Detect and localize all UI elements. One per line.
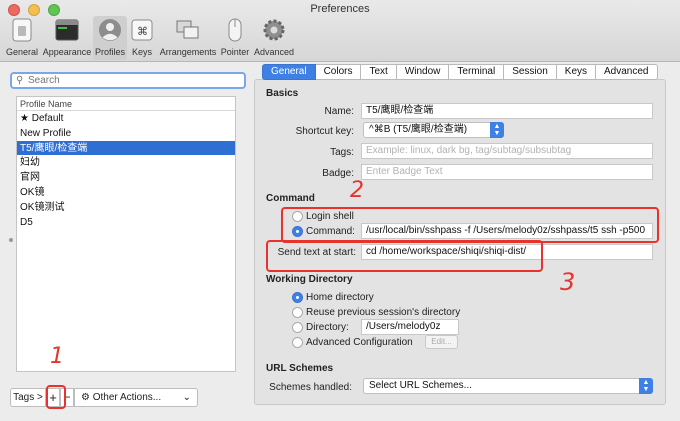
shortcut-key-value: ^⌘B (T5/鹰眼/检查端) [369, 124, 468, 135]
popup-stepper-icon: ▲ ▼ [490, 122, 504, 138]
tab-session[interactable]: Session [504, 64, 557, 80]
profiles-icon [99, 19, 121, 41]
tab-window[interactable]: Window [396, 64, 450, 80]
shortcut-key-popup[interactable]: ^⌘B (T5/鹰眼/检查端) ▲ ▼ [363, 122, 504, 138]
command-heading: Command [266, 193, 315, 204]
home-directory-label[interactable]: Home directory [306, 292, 374, 303]
annotation-number-2: 2 [350, 178, 364, 203]
tags-field[interactable]: Example: linux, dark bg, tag/subtag/subs… [361, 143, 653, 159]
annotation-number-3: 3 [560, 268, 576, 296]
tab-keys[interactable]: Keys [556, 64, 597, 80]
url-schemes-value: Select URL Schemes... [369, 380, 473, 391]
url-schemes-popup[interactable]: Select URL Schemes... ▲ ▼ [363, 378, 653, 394]
profile-row[interactable]: ★ Default [17, 111, 235, 126]
working-directory-heading: Working Directory [266, 274, 353, 285]
toolbar-pointer[interactable]: Pointer [219, 16, 251, 60]
profile-search-input[interactable] [28, 74, 238, 87]
badge-label: Badge: [322, 168, 354, 179]
tab-text[interactable]: Text [361, 64, 397, 80]
basics-heading: Basics [266, 88, 299, 99]
profile-actions-bar: Tags > + − ⚙ Other Actions... ⌄ [10, 388, 198, 407]
profile-row[interactable]: D5 [17, 215, 235, 230]
tags-label: Tags: [330, 147, 354, 158]
profile-list[interactable]: Profile Name ★ Default New Profile T5/鹰眼… [16, 96, 236, 372]
appearance-icon [55, 19, 79, 41]
toolbar-appearance[interactable]: Appearance [42, 16, 92, 60]
profile-row[interactable]: OK镜 [17, 185, 235, 200]
toolbar-general[interactable]: General [3, 16, 41, 60]
home-directory-radio[interactable] [292, 292, 303, 303]
badge-field[interactable]: Enter Badge Text [361, 164, 653, 180]
advanced-configuration-label[interactable]: Advanced Configuration [306, 337, 413, 348]
svg-text:⌘: ⌘ [137, 25, 148, 38]
url-schemes-heading: URL Schemes [266, 363, 334, 374]
advanced-gear-icon [263, 19, 285, 41]
profile-tab-bar: General Colors Text Window Terminal Sess… [262, 64, 658, 80]
annotation-box-add-button [46, 385, 66, 409]
shortcut-key-label: Shortcut key: [295, 126, 354, 137]
profile-row[interactable]: 官网 [17, 170, 235, 185]
profile-row[interactable]: 妇幼 [17, 155, 235, 170]
toolbar-keys[interactable]: ⌘ Keys [128, 16, 156, 60]
edit-advanced-button[interactable]: Edit... [425, 335, 458, 349]
annotation-box-command [281, 207, 659, 243]
other-actions-label: Other Actions... [92, 392, 162, 403]
arrangements-icon [176, 20, 199, 39]
popup-stepper-icon: ▲ ▼ [639, 378, 653, 394]
profile-row[interactable]: New Profile [17, 126, 235, 141]
tab-colors[interactable]: Colors [315, 64, 362, 80]
reuse-directory-label[interactable]: Reuse previous session's directory [306, 307, 460, 318]
tab-terminal[interactable]: Terminal [449, 64, 505, 80]
advanced-configuration-radio[interactable] [292, 337, 303, 348]
toolbar-profiles[interactable]: Profiles [93, 16, 127, 60]
name-field[interactable]: T5/鹰眼/检查端 [361, 103, 653, 119]
directory-label[interactable]: Directory: [306, 322, 349, 333]
reuse-directory-radio[interactable] [292, 307, 303, 318]
chevron-down-icon: ⌄ [182, 392, 191, 403]
annotation-number-1: 1 [50, 344, 64, 369]
tags-toggle-button[interactable]: Tags > [10, 388, 46, 407]
title-bar: Preferences General Appearance Profiles … [0, 0, 680, 62]
toolbar-arrangements[interactable]: Arrangements [158, 16, 218, 60]
name-label: Name: [324, 106, 354, 117]
schemes-handled-label: Schemes handled: [269, 382, 352, 393]
pointer-icon [228, 18, 242, 42]
profile-row-selected[interactable]: T5/鹰眼/检查端 [17, 140, 235, 156]
profile-row[interactable]: OK镜测试 [17, 200, 235, 215]
general-icon [12, 18, 32, 42]
profile-name-column-header[interactable]: Profile Name [17, 97, 235, 111]
other-actions-button[interactable]: ⚙ Other Actions... ⌄ [74, 388, 198, 407]
profile-search-field[interactable]: ⚲ [10, 72, 246, 89]
toolbar-advanced[interactable]: Advanced [252, 16, 296, 60]
tab-general[interactable]: General [262, 64, 316, 80]
keys-icon: ⌘ [131, 19, 153, 41]
window-title: Preferences [310, 3, 370, 15]
tab-advanced[interactable]: Advanced [596, 64, 658, 80]
directory-field[interactable]: /Users/melody0z [361, 319, 459, 335]
gear-icon: ⚙ [81, 392, 90, 403]
search-icon: ⚲ [16, 75, 24, 86]
split-resize-handle[interactable] [9, 238, 13, 242]
annotation-box-send-text [266, 240, 543, 272]
directory-radio[interactable] [292, 322, 303, 333]
